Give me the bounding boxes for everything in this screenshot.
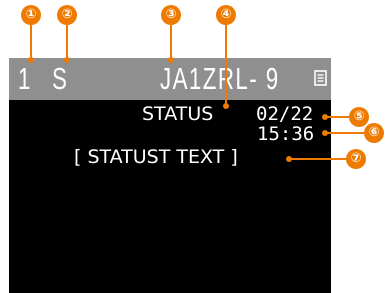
- channel-number: 1: [18, 61, 32, 96]
- callout-marker-7: ⑦: [346, 149, 366, 169]
- callout-dot-3: [168, 57, 174, 63]
- callout-leader-7: [290, 158, 346, 160]
- time-value: 15:36: [257, 123, 315, 145]
- callout-dot-6: [322, 130, 328, 136]
- date-value: 02/22: [256, 103, 314, 125]
- callout-leader-4: [225, 25, 227, 105]
- document-icon: [314, 70, 327, 86]
- callout-marker-1: ①: [21, 5, 41, 25]
- callout-marker-6: ⑥: [364, 123, 384, 143]
- callout-leader-5: [326, 116, 349, 118]
- callout-marker-4: ④: [216, 5, 236, 25]
- callout-marker-3: ③: [161, 5, 181, 25]
- status-text: [ STATUST TEXT ]: [74, 146, 238, 168]
- callout-marker-2: ②: [57, 5, 77, 25]
- callout-dot-2: [64, 57, 70, 63]
- callout-leader-6: [326, 132, 364, 134]
- status-label: STATUS: [142, 103, 214, 125]
- callout-leader-2: [66, 25, 68, 59]
- callout-leader-1: [30, 25, 32, 59]
- callout-dot-4: [223, 103, 229, 109]
- callout-dot-5: [322, 114, 328, 120]
- callout-dot-1: [28, 57, 34, 63]
- callout-leader-3: [170, 25, 172, 59]
- figure: 1 S JA1ZRL- 9 STATUS 02/22 15:36 [ STATU…: [0, 0, 387, 293]
- status-flag: S: [52, 61, 68, 96]
- callsign: JA1ZRL- 9: [160, 61, 280, 96]
- callout-dot-7: [286, 156, 292, 162]
- callout-marker-5: ⑤: [349, 107, 369, 127]
